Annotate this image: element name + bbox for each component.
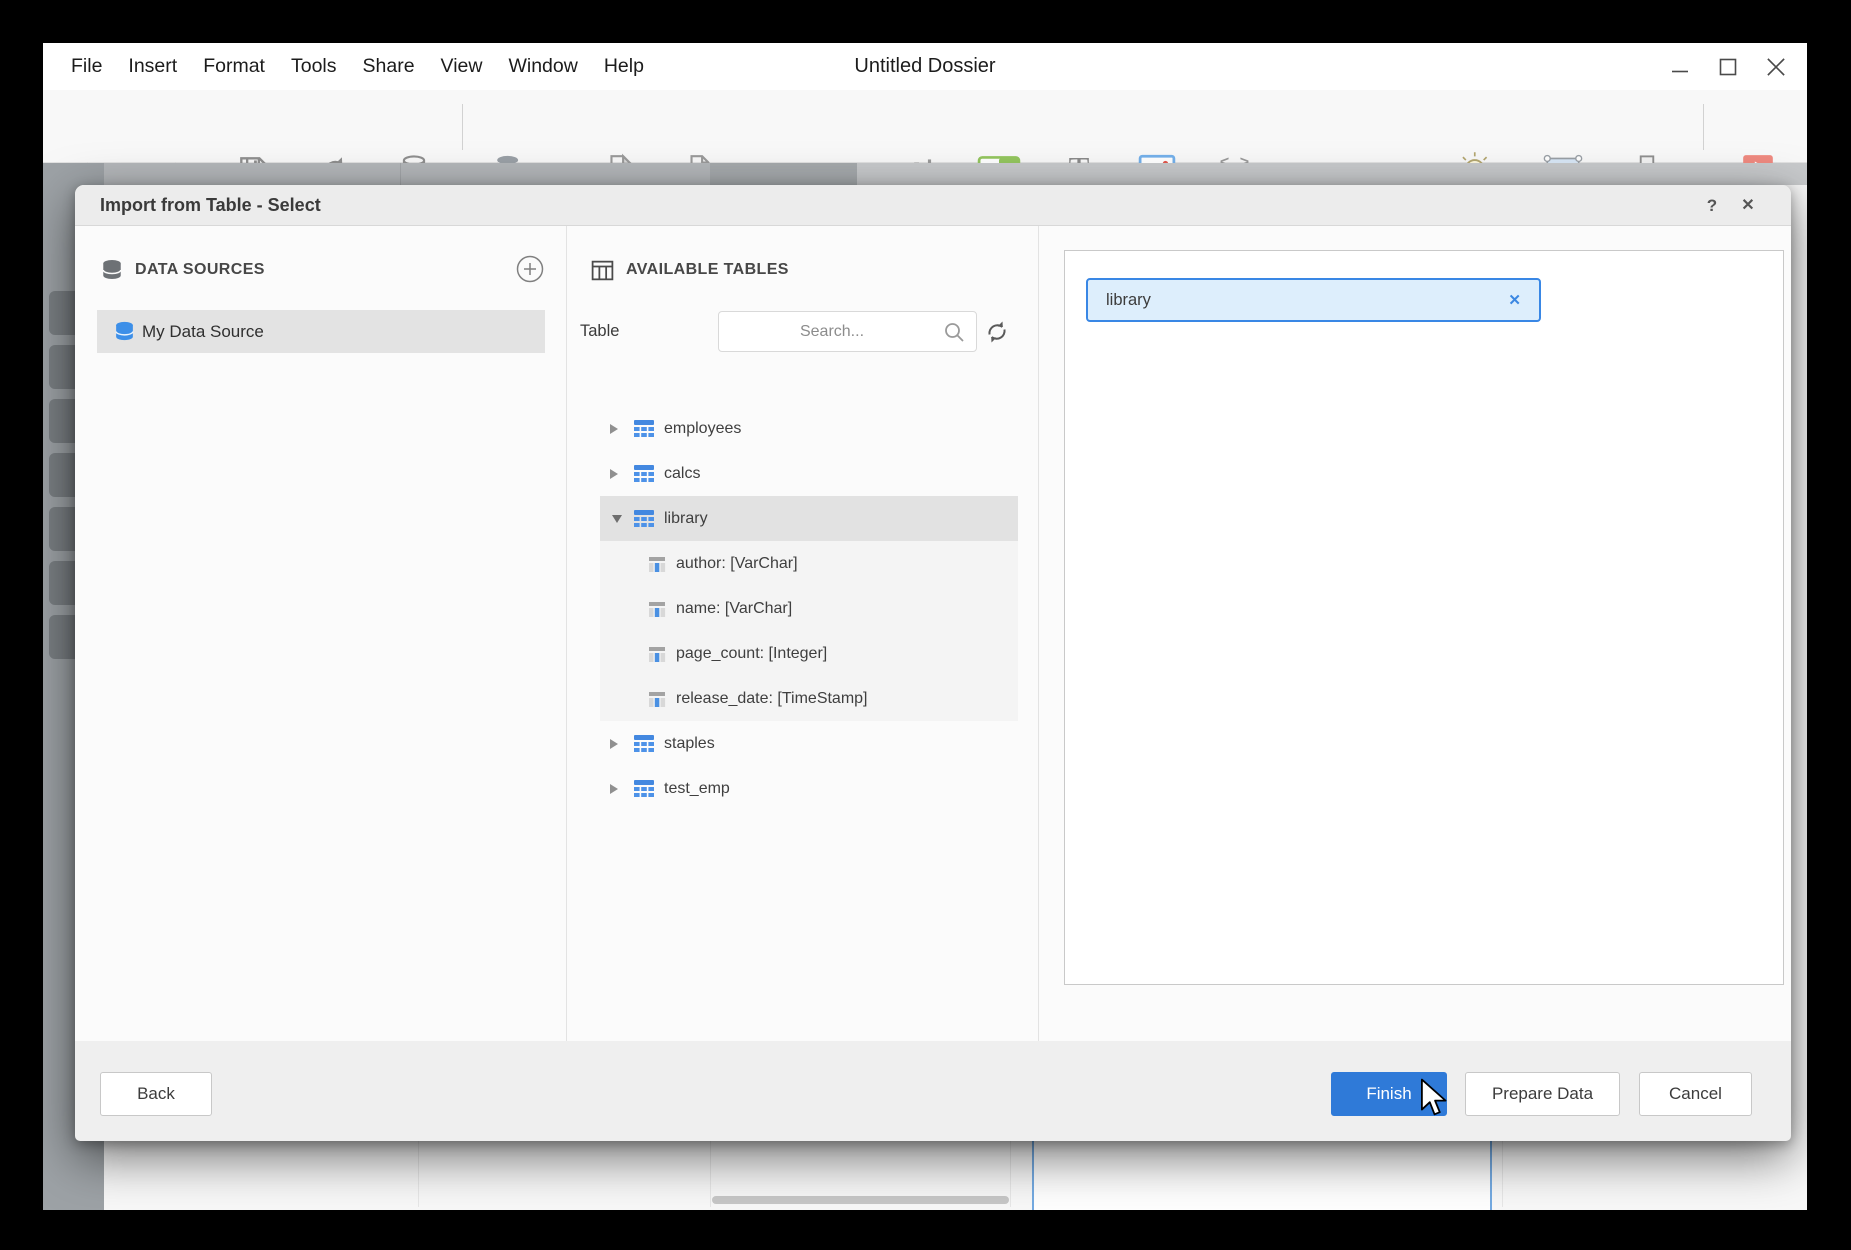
toolbar-separator [1703,104,1704,150]
column-label: release_date: [TimeStamp] [676,690,868,708]
selected-table-chip-library[interactable]: library ✕ [1086,278,1541,322]
table-row-staples[interactable]: staples [600,721,1018,766]
menu-view[interactable]: View [428,55,496,78]
menu-help[interactable]: Help [591,55,657,78]
panel-divider [566,226,567,1041]
table-icon [633,463,655,485]
column-icon [647,599,667,619]
dialog-body: DATA SOURCES My Data Source AVAILABLE TA… [75,226,1791,1041]
available-tables-header: AVAILABLE TABLES [590,255,789,285]
menu-format[interactable]: Format [190,55,278,78]
menu-window[interactable]: Window [495,55,590,78]
search-icon[interactable] [942,320,966,349]
maximize-icon[interactable] [1715,54,1741,80]
expand-icon[interactable] [610,467,624,481]
menu-bar: File Insert Format Tools Share View Wind… [43,43,1807,90]
column-icon [647,689,667,709]
data-source-label: My Data Source [142,322,264,342]
cancel-button[interactable]: Cancel [1639,1072,1752,1116]
back-button[interactable]: Back [100,1072,212,1116]
chip-label: library [1106,291,1508,310]
chip-remove-icon[interactable]: ✕ [1508,291,1521,309]
table-row-calcs[interactable]: calcs [600,451,1018,496]
table-label: calcs [664,465,700,483]
menu-file[interactable]: File [58,55,115,78]
horizontal-scrollbar[interactable] [712,1196,1009,1204]
expand-icon[interactable] [610,737,624,751]
table-search [718,311,977,352]
available-tables-title: AVAILABLE TABLES [626,261,789,279]
add-data-source-button[interactable] [516,255,544,283]
toolbar: T < >HTML [43,90,1807,163]
data-sources-title: DATA SOURCES [135,261,265,279]
database-icon-blue [113,320,136,343]
panel-header-strip [104,163,1807,185]
desktop-background: File Insert Format Tools Share View Wind… [0,0,1851,1250]
import-table-dialog: Import from Table - Select ? ✕ DATA SOUR… [75,185,1791,1141]
dialog-close-icon[interactable]: ✕ [1733,185,1763,226]
table-label: test_emp [664,780,730,798]
menu-tools[interactable]: Tools [278,55,350,78]
column-row-author[interactable]: author: [VarChar] [600,541,1018,586]
column-label: author: [VarChar] [676,555,798,573]
column-row-page-count[interactable]: page_count: [Integer] [600,631,1018,676]
table-icon [633,508,655,530]
table-row-library-selected[interactable]: library [600,496,1018,541]
data-sources-header: DATA SOURCES [100,255,265,285]
menu-share[interactable]: Share [350,55,428,78]
table-filter-label: Table [580,311,619,352]
document-title: Untitled Dossier [854,43,995,90]
mouse-cursor [1420,1078,1448,1123]
dialog-footer: Back Finish Prepare Data Cancel [75,1041,1791,1141]
close-icon[interactable] [1763,54,1789,80]
menu-insert[interactable]: Insert [115,55,190,78]
search-input[interactable] [727,312,937,351]
expand-icon[interactable] [610,782,624,796]
table-icon [633,418,655,440]
toolbar-separator [462,104,463,150]
database-icon [100,258,124,282]
table-label: library [664,510,708,528]
table-row-test-emp[interactable]: test_emp [600,766,1018,811]
panel-divider [1038,226,1039,1041]
prepare-data-button[interactable]: Prepare Data [1465,1072,1620,1116]
column-icon [647,554,667,574]
selected-tables-panel: library ✕ [1064,250,1784,985]
collapse-icon[interactable] [610,512,624,526]
column-row-name[interactable]: name: [VarChar] [600,586,1018,631]
column-row-release-date[interactable]: release_date: [TimeStamp] [600,676,1018,721]
table-icon [633,733,655,755]
window-controls [1667,43,1789,90]
column-label: name: [VarChar] [676,600,792,618]
minimize-icon[interactable] [1667,54,1693,80]
dialog-header: Import from Table - Select ? ✕ [75,185,1791,226]
table-row-employees[interactable]: employees [600,406,1018,451]
column-label: page_count: [Integer] [676,645,827,663]
dialog-title: Import from Table - Select [100,185,321,226]
app-window: File Insert Format Tools Share View Wind… [43,43,1807,1210]
data-source-item-my-data-source[interactable]: My Data Source [97,310,545,353]
column-icon [647,644,667,664]
table-icon [633,778,655,800]
help-icon[interactable]: ? [1697,185,1727,226]
table-label: employees [664,420,741,438]
table-grid-icon [590,258,615,283]
refresh-tables-icon[interactable] [983,318,1011,346]
expand-icon[interactable] [610,422,624,436]
table-label: staples [664,735,715,753]
